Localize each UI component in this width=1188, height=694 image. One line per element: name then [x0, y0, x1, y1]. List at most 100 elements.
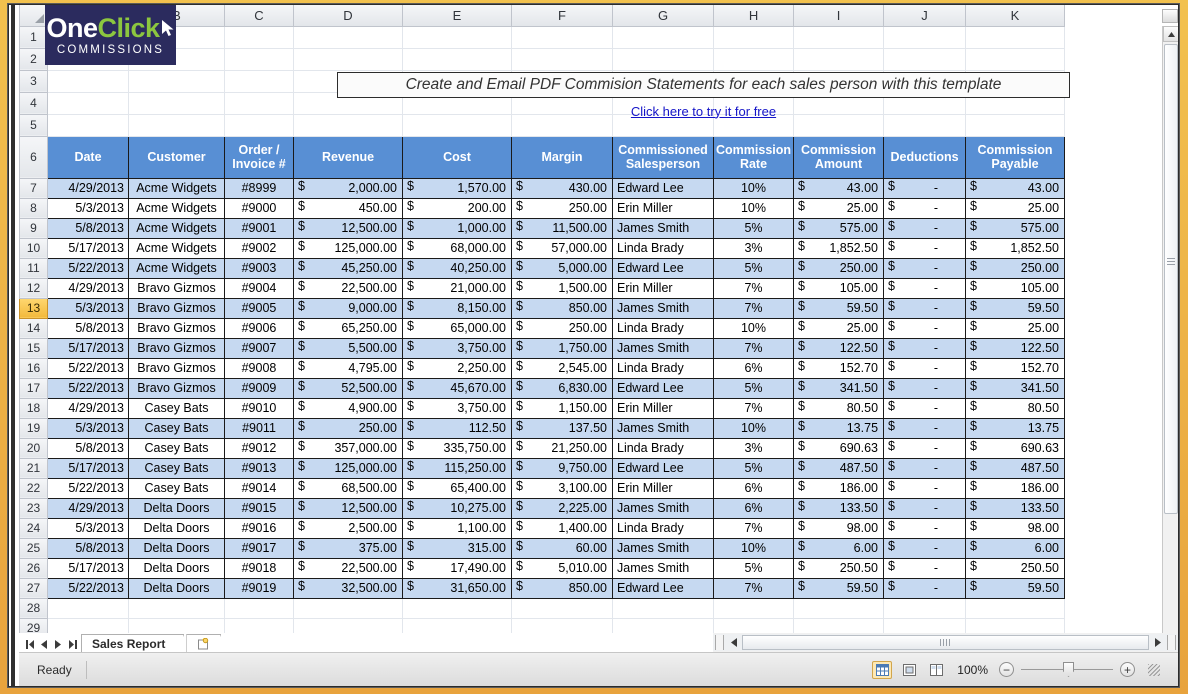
cell-date[interactable]: 5/17/2013 — [48, 338, 129, 358]
column-title-G[interactable]: CommissionedSalesperson — [613, 136, 714, 178]
cell-G28[interactable] — [613, 598, 714, 618]
row-header-7[interactable]: 7 — [20, 178, 48, 198]
cell-margin[interactable]: $2,545.00 — [512, 358, 613, 378]
cell-cost[interactable]: $335,750.00 — [403, 438, 512, 458]
cell-commission-payable[interactable]: $25.00 — [966, 198, 1065, 218]
row-header-1[interactable]: 1 — [20, 26, 48, 48]
cell-invoice[interactable]: #9011 — [225, 418, 294, 438]
cell-commission-rate[interactable]: 7% — [714, 338, 794, 358]
last-sheet-icon[interactable] — [65, 636, 79, 652]
cell-customer[interactable]: Acme Widgets — [129, 198, 225, 218]
cell-A3[interactable] — [48, 70, 129, 92]
cell-cost[interactable]: $40,250.00 — [403, 258, 512, 278]
cell-commission-rate[interactable]: 7% — [714, 398, 794, 418]
worksheet-table[interactable]: A B C D E F G H I J K 123456DateCustomer… — [19, 5, 1065, 639]
cell-margin[interactable]: $11,500.00 — [512, 218, 613, 238]
cell-cost[interactable]: $2,250.00 — [403, 358, 512, 378]
table-row[interactable]: 234/29/2013Delta Doors#9015$12,500.00$10… — [20, 498, 1065, 518]
cell-C28[interactable] — [225, 598, 294, 618]
cell-B5[interactable] — [129, 114, 225, 136]
cell-I1[interactable] — [794, 26, 884, 48]
cell-C3[interactable] — [225, 70, 294, 92]
cell-revenue[interactable]: $450.00 — [294, 198, 403, 218]
normal-view-icon[interactable] — [872, 661, 892, 679]
new-sheet-icon[interactable] — [186, 634, 221, 652]
cell-customer[interactable]: Bravo Gizmos — [129, 318, 225, 338]
zoom-out-icon[interactable]: − — [999, 662, 1014, 677]
cell-margin[interactable]: $250.00 — [512, 198, 613, 218]
cell-commission-payable[interactable]: $250.50 — [966, 558, 1065, 578]
cell-date[interactable]: 5/17/2013 — [48, 558, 129, 578]
cell-margin[interactable]: $1,750.00 — [512, 338, 613, 358]
cell-commission-rate[interactable]: 6% — [714, 478, 794, 498]
cell-commission-amount[interactable]: $59.50 — [794, 298, 884, 318]
cell-date[interactable]: 5/17/2013 — [48, 238, 129, 258]
cell-margin[interactable]: $250.00 — [512, 318, 613, 338]
row-header-16[interactable]: 16 — [20, 358, 48, 378]
cell-revenue[interactable]: $32,500.00 — [294, 578, 403, 598]
cell-deductions[interactable]: $- — [884, 578, 966, 598]
resize-grip-icon[interactable] — [1148, 664, 1160, 676]
zoom-slider-thumb[interactable] — [1063, 662, 1074, 677]
cell-commission-rate[interactable]: 7% — [714, 278, 794, 298]
cell-revenue[interactable]: $45,250.00 — [294, 258, 403, 278]
table-row[interactable]: 225/22/2013Casey Bats#9014$68,500.00$65,… — [20, 478, 1065, 498]
cell-date[interactable]: 5/3/2013 — [48, 198, 129, 218]
cell-H1[interactable] — [714, 26, 794, 48]
cell-commission-amount[interactable]: $98.00 — [794, 518, 884, 538]
cell-date[interactable]: 5/22/2013 — [48, 578, 129, 598]
row-header-14[interactable]: 14 — [20, 318, 48, 338]
row-header-10[interactable]: 10 — [20, 238, 48, 258]
cell-date[interactable]: 4/29/2013 — [48, 278, 129, 298]
vertical-split-handle[interactable] — [1162, 9, 1178, 23]
cell-invoice[interactable]: #9014 — [225, 478, 294, 498]
row-header-5[interactable]: 5 — [20, 114, 48, 136]
cell-revenue[interactable]: $4,900.00 — [294, 398, 403, 418]
cell-margin[interactable]: $9,750.00 — [512, 458, 613, 478]
cell-E28[interactable] — [403, 598, 512, 618]
cell-cost[interactable]: $115,250.00 — [403, 458, 512, 478]
cell-salesperson[interactable]: Edward Lee — [613, 458, 714, 478]
cell-deductions[interactable]: $- — [884, 218, 966, 238]
cell-revenue[interactable]: $22,500.00 — [294, 558, 403, 578]
horizontal-scrollbar[interactable] — [713, 634, 1178, 651]
cell-deductions[interactable]: $- — [884, 178, 966, 198]
cell-customer[interactable]: Bravo Gizmos — [129, 338, 225, 358]
cell-commission-payable[interactable]: $59.50 — [966, 298, 1065, 318]
column-title-J[interactable]: Deductions — [884, 136, 966, 178]
cell-date[interactable]: 4/29/2013 — [48, 498, 129, 518]
cell-E2[interactable] — [403, 48, 512, 70]
cell-customer[interactable]: Casey Bats — [129, 438, 225, 458]
cell-revenue[interactable]: $125,000.00 — [294, 458, 403, 478]
cell-cost[interactable]: $3,750.00 — [403, 398, 512, 418]
row-header-21[interactable]: 21 — [20, 458, 48, 478]
cell-deductions[interactable]: $- — [884, 458, 966, 478]
cell-salesperson[interactable]: Linda Brady — [613, 318, 714, 338]
cell-cost[interactable]: $1,100.00 — [403, 518, 512, 538]
cell-date[interactable]: 5/3/2013 — [48, 298, 129, 318]
cell-invoice[interactable]: #9003 — [225, 258, 294, 278]
cell-customer[interactable]: Bravo Gizmos — [129, 278, 225, 298]
cell-commission-amount[interactable]: $13.75 — [794, 418, 884, 438]
cell-D1[interactable] — [294, 26, 403, 48]
cell-C5[interactable] — [225, 114, 294, 136]
cell-I28[interactable] — [794, 598, 884, 618]
cell-customer[interactable]: Acme Widgets — [129, 258, 225, 278]
cell-salesperson[interactable]: James Smith — [613, 218, 714, 238]
cell-customer[interactable]: Bravo Gizmos — [129, 378, 225, 398]
cell-K2[interactable] — [966, 48, 1065, 70]
cell-date[interactable]: 4/29/2013 — [48, 398, 129, 418]
cell-deductions[interactable]: $- — [884, 278, 966, 298]
cell-salesperson[interactable]: Edward Lee — [613, 178, 714, 198]
cell-margin[interactable]: $5,000.00 — [512, 258, 613, 278]
cell-G1[interactable] — [613, 26, 714, 48]
row-header-3[interactable]: 3 — [20, 70, 48, 92]
cell-margin[interactable]: $850.00 — [512, 298, 613, 318]
cell-revenue[interactable]: $52,500.00 — [294, 378, 403, 398]
scroll-up-icon[interactable] — [1163, 26, 1179, 42]
cell-D2[interactable] — [294, 48, 403, 70]
cell-customer[interactable]: Bravo Gizmos — [129, 298, 225, 318]
table-row[interactable]: 155/17/2013Bravo Gizmos#9007$5,500.00$3,… — [20, 338, 1065, 358]
column-title-H[interactable]: CommissionRate — [714, 136, 794, 178]
cell-commission-amount[interactable]: $105.00 — [794, 278, 884, 298]
